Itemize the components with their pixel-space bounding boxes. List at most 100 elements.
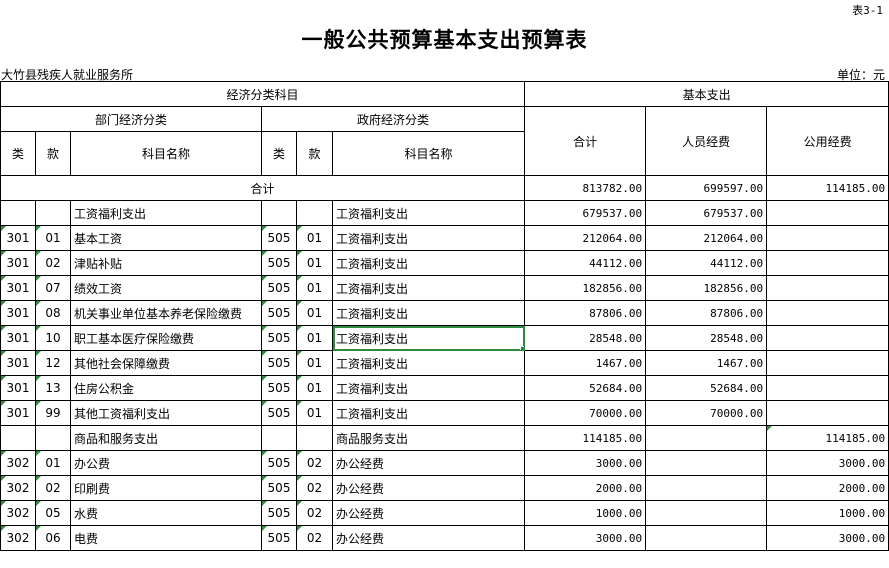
cell-public[interactable]: 1000.00: [766, 500, 889, 526]
cell-personnel[interactable]: 70000.00: [645, 400, 768, 426]
cell-dept-kuan[interactable]: 05: [35, 500, 71, 526]
cell-dept-name[interactable]: 商品和服务支出: [70, 425, 262, 451]
cell-dept-name[interactable]: 职工基本医疗保险缴费: [70, 325, 262, 351]
cell-dept-kuan[interactable]: 02: [35, 475, 71, 501]
cell-dept-lei[interactable]: [0, 200, 36, 226]
cell-total[interactable]: 52684.00: [524, 375, 647, 401]
cell-dept-kuan[interactable]: 99: [35, 400, 71, 426]
cell-gov-lei[interactable]: [261, 425, 297, 451]
cell-dept-lei[interactable]: 301: [0, 400, 36, 426]
cell-dept-name[interactable]: 水费: [70, 500, 262, 526]
cell-personnel[interactable]: [645, 475, 768, 501]
cell-public[interactable]: 2000.00: [766, 475, 889, 501]
cell-personnel[interactable]: [645, 425, 768, 451]
header-econ-class[interactable]: 经济分类科目: [0, 81, 526, 107]
summary-personnel[interactable]: 699597.00: [645, 175, 768, 201]
header-dept-name[interactable]: 科目名称: [70, 131, 262, 176]
cell-gov-name[interactable]: 工资福利支出: [331, 375, 526, 401]
cell-total[interactable]: 70000.00: [524, 400, 647, 426]
cell-gov-kuan[interactable]: 01: [296, 325, 333, 351]
cell-gov-kuan[interactable]: [296, 425, 333, 451]
cell-dept-name[interactable]: 工资福利支出: [70, 200, 262, 226]
cell-dept-lei[interactable]: 301: [0, 375, 36, 401]
cell-gov-kuan[interactable]: 02: [296, 500, 333, 526]
summary-public[interactable]: 114185.00: [766, 175, 889, 201]
cell-gov-kuan[interactable]: 01: [296, 275, 333, 301]
cell-total[interactable]: 212064.00: [524, 225, 647, 251]
cell-dept-lei[interactable]: 301: [0, 250, 36, 276]
cell-public[interactable]: [766, 250, 889, 276]
cell-dept-lei[interactable]: 301: [0, 325, 36, 351]
cell-gov-name[interactable]: 工资福利支出: [331, 300, 526, 326]
header-basic-exp[interactable]: 基本支出: [524, 81, 889, 107]
cell-public[interactable]: [766, 275, 889, 301]
header-public[interactable]: 公用经费: [766, 106, 889, 176]
header-gov-name[interactable]: 科目名称: [331, 131, 526, 176]
cell-gov-kuan[interactable]: 01: [296, 375, 333, 401]
cell-total[interactable]: 3000.00: [524, 525, 647, 551]
cell-gov-lei[interactable]: 505: [261, 300, 297, 326]
header-dept-lei[interactable]: 类: [0, 131, 36, 176]
cell-gov-kuan[interactable]: 01: [296, 400, 333, 426]
cell-personnel[interactable]: 44112.00: [645, 250, 768, 276]
cell-dept-name[interactable]: 基本工资: [70, 225, 262, 251]
cell-dept-name[interactable]: 津贴补贴: [70, 250, 262, 276]
cell-gov-kuan[interactable]: 01: [296, 300, 333, 326]
cell-personnel[interactable]: [645, 525, 768, 551]
cell-dept-lei[interactable]: 301: [0, 275, 36, 301]
cell-total[interactable]: 44112.00: [524, 250, 647, 276]
cell-gov-name[interactable]: 工资福利支出: [331, 225, 526, 251]
header-personnel[interactable]: 人员经费: [645, 106, 768, 176]
cell-dept-kuan[interactable]: [35, 200, 71, 226]
cell-gov-kuan[interactable]: 02: [296, 475, 333, 501]
cell-dept-kuan[interactable]: [35, 425, 71, 451]
cell-gov-lei[interactable]: 505: [261, 225, 297, 251]
cell-public[interactable]: [766, 325, 889, 351]
header-total[interactable]: 合计: [524, 106, 647, 176]
cell-personnel[interactable]: 28548.00: [645, 325, 768, 351]
cell-dept-name[interactable]: 绩效工资: [70, 275, 262, 301]
cell-gov-kuan[interactable]: 01: [296, 250, 333, 276]
cell-public[interactable]: 114185.00: [766, 425, 889, 451]
cell-dept-lei[interactable]: 302: [0, 450, 36, 476]
cell-public[interactable]: 3000.00: [766, 450, 889, 476]
cell-dept-kuan[interactable]: 12: [35, 350, 71, 376]
cell-gov-kuan[interactable]: 02: [296, 450, 333, 476]
cell-gov-name[interactable]: 办公经费: [331, 475, 526, 501]
cell-dept-lei[interactable]: 301: [0, 350, 36, 376]
cell-public[interactable]: 3000.00: [766, 525, 889, 551]
cell-gov-name[interactable]: 商品服务支出: [331, 425, 526, 451]
cell-dept-name[interactable]: 其他社会保障缴费: [70, 350, 262, 376]
cell-gov-kuan[interactable]: 01: [296, 225, 333, 251]
cell-dept-lei[interactable]: 302: [0, 500, 36, 526]
cell-gov-name[interactable]: 工资福利支出: [331, 200, 526, 226]
cell-dept-lei[interactable]: [0, 425, 36, 451]
cell-gov-name[interactable]: 工资福利支出: [331, 275, 526, 301]
cell-dept-lei[interactable]: 302: [0, 525, 36, 551]
header-gov-lei[interactable]: 类: [261, 131, 297, 176]
cell-dept-name[interactable]: 住房公积金: [70, 375, 262, 401]
header-gov-class[interactable]: 政府经济分类: [260, 106, 526, 132]
cell-gov-name[interactable]: 办公经费: [331, 500, 526, 526]
cell-dept-kuan[interactable]: 01: [35, 450, 71, 476]
cell-dept-name[interactable]: 机关事业单位基本养老保险缴费: [70, 300, 262, 326]
cell-total[interactable]: 3000.00: [524, 450, 647, 476]
summary-total[interactable]: 813782.00: [524, 175, 647, 201]
cell-dept-kuan[interactable]: 02: [35, 250, 71, 276]
cell-gov-lei[interactable]: 505: [261, 450, 297, 476]
cell-total[interactable]: 28548.00: [524, 325, 647, 351]
cell-total[interactable]: 182856.00: [524, 275, 647, 301]
cell-dept-lei[interactable]: 301: [0, 225, 36, 251]
cell-personnel[interactable]: 87806.00: [645, 300, 768, 326]
cell-personnel[interactable]: [645, 500, 768, 526]
cell-personnel[interactable]: [645, 450, 768, 476]
cell-gov-name[interactable]: 工资福利支出: [331, 250, 526, 276]
cell-gov-kuan[interactable]: [296, 200, 333, 226]
header-gov-kuan[interactable]: 款: [296, 131, 333, 176]
cell-dept-lei[interactable]: 302: [0, 475, 36, 501]
cell-gov-lei[interactable]: 505: [261, 325, 297, 351]
cell-gov-lei[interactable]: 505: [261, 400, 297, 426]
cell-gov-name[interactable]: 工资福利支出: [331, 325, 526, 351]
cell-public[interactable]: [766, 375, 889, 401]
cell-dept-name[interactable]: 电费: [70, 525, 262, 551]
